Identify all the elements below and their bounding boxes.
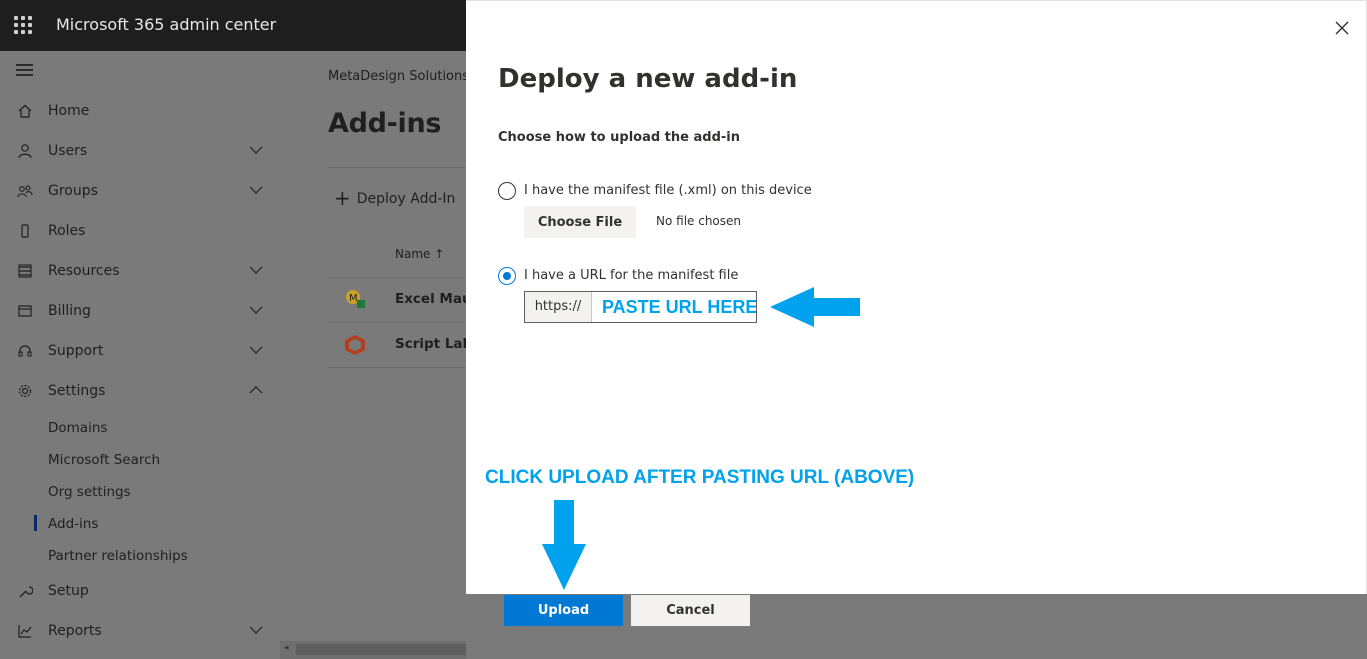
- top-bar: Microsoft 365 admin center: [0, 0, 466, 51]
- chevron-down-icon[interactable]: [248, 622, 264, 638]
- nav-sub-domains[interactable]: Domains: [48, 420, 107, 436]
- nav-item-users[interactable]: Users: [0, 132, 280, 172]
- scroll-left-icon[interactable]: ◂: [284, 643, 289, 653]
- excel-addin-icon: M: [344, 288, 366, 310]
- chevron-up-icon[interactable]: [248, 382, 264, 398]
- chevron-down-icon[interactable]: [248, 182, 264, 198]
- horizontal-scrollbar[interactable]: ◂: [280, 641, 466, 659]
- gear-icon: [16, 383, 34, 401]
- table-row-name[interactable]: Script Lab,: [395, 336, 477, 352]
- roles-icon: [16, 223, 34, 241]
- chevron-down-icon[interactable]: [248, 342, 264, 358]
- nav-item-settings[interactable]: Settings: [0, 372, 280, 412]
- resources-icon: [16, 263, 34, 281]
- close-icon[interactable]: [1332, 18, 1352, 38]
- upload-hint-annotation: CLICK UPLOAD AFTER PASTING URL (ABOVE): [485, 467, 915, 488]
- radio-manifest-file[interactable]: [498, 182, 516, 200]
- nav-label: Reports: [48, 623, 102, 639]
- no-file-text: No file chosen: [656, 214, 742, 228]
- chart-icon: [16, 623, 34, 641]
- selected-indicator: [34, 515, 37, 531]
- app-title: Microsoft 365 admin center: [56, 15, 277, 34]
- nav-item-setup[interactable]: Setup: [0, 572, 280, 612]
- main-content: [280, 51, 466, 659]
- divider: [328, 167, 466, 168]
- deploy-add-in-button[interactable]: + Deploy Add-In: [334, 186, 455, 210]
- nav-label: Support: [48, 343, 104, 359]
- nav-sub-org-settings[interactable]: Org settings: [48, 484, 131, 500]
- nav-sub-microsoft-search[interactable]: Microsoft Search: [48, 452, 160, 468]
- nav-label: Groups: [48, 183, 98, 199]
- nav-label: Setup: [48, 583, 89, 599]
- nav-label: Settings: [48, 383, 106, 399]
- nav-label: Users: [48, 143, 88, 159]
- radio-manifest-file-label[interactable]: I have the manifest file (.xml) on this …: [524, 183, 812, 198]
- groups-icon: [16, 183, 34, 201]
- plus-icon: +: [334, 186, 351, 210]
- column-header-name[interactable]: Name ↑: [395, 247, 444, 261]
- billing-icon: [16, 303, 34, 321]
- dialog-title: Deploy a new add-in: [498, 64, 798, 94]
- divider: [328, 277, 466, 278]
- home-icon: [16, 103, 34, 121]
- headset-icon: [16, 343, 34, 361]
- cancel-button[interactable]: Cancel: [631, 595, 750, 626]
- chevron-down-icon[interactable]: [248, 142, 264, 158]
- nav-item-groups[interactable]: Groups: [0, 172, 280, 212]
- dialog-subtitle: Choose how to upload the add-in: [498, 130, 740, 145]
- annotation-arrow-down-icon: [542, 500, 586, 590]
- manifest-url-field[interactable]: https://: [524, 291, 757, 323]
- app-launcher-icon[interactable]: [14, 16, 32, 34]
- nav-sub-partner-relationships[interactable]: Partner relationships: [48, 548, 188, 564]
- radio-manifest-url-label[interactable]: I have a URL for the manifest file: [524, 268, 738, 283]
- tenant-name: MetaDesign Solutions: [328, 69, 470, 84]
- nav-item-support[interactable]: Support: [0, 332, 280, 372]
- scrollbar-thumb[interactable]: [296, 644, 466, 655]
- divider: [328, 367, 466, 368]
- nav-sub-add-ins[interactable]: Add-ins: [48, 516, 98, 532]
- nav-label: Roles: [48, 223, 86, 239]
- upload-button[interactable]: Upload: [504, 595, 623, 626]
- nav-label: Home: [48, 103, 90, 119]
- radio-manifest-url[interactable]: [498, 267, 516, 285]
- user-icon: [16, 143, 34, 161]
- nav-item-reports[interactable]: Reports: [0, 612, 280, 652]
- nav-item-resources[interactable]: Resources: [0, 252, 280, 292]
- nav-label: Billing: [48, 303, 91, 319]
- script-lab-icon: [344, 334, 366, 356]
- choose-file-button[interactable]: Choose File: [524, 206, 636, 238]
- page-title: Add-ins: [328, 108, 442, 139]
- annotation-arrow-left-icon: [770, 287, 860, 327]
- nav-item-billing[interactable]: Billing: [0, 292, 280, 332]
- url-prefix: https://: [525, 292, 592, 322]
- nav-item-roles[interactable]: Roles: [0, 212, 280, 252]
- deploy-label: Deploy Add-In: [356, 191, 456, 207]
- wrench-icon: [16, 583, 34, 601]
- nav-label: Resources: [48, 263, 120, 279]
- svg-text:M: M: [349, 293, 358, 304]
- manifest-url-input[interactable]: [592, 292, 756, 322]
- hamburger-menu-icon[interactable]: [16, 64, 33, 76]
- chevron-down-icon[interactable]: [248, 302, 264, 318]
- divider: [328, 322, 466, 323]
- chevron-down-icon[interactable]: [248, 262, 264, 278]
- nav-item-home[interactable]: Home: [0, 92, 280, 132]
